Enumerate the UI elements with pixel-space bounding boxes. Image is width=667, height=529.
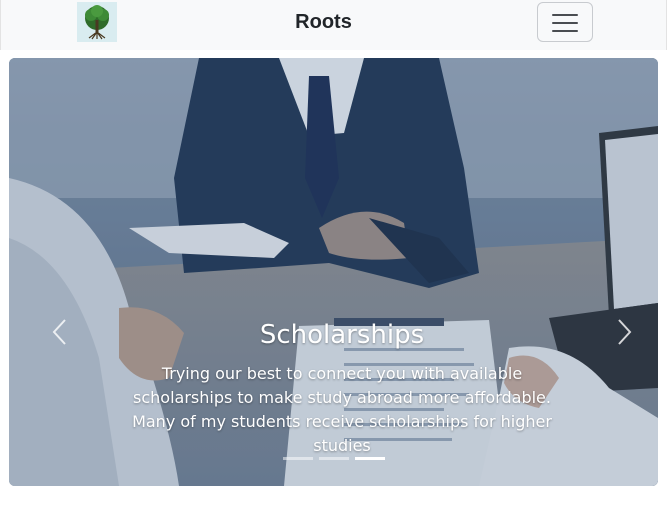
chevron-right-icon (618, 319, 632, 345)
carousel-indicator-2[interactable] (319, 457, 349, 460)
navbar: Roots (0, 0, 667, 50)
chevron-left-icon (52, 319, 66, 345)
hamburger-menu-icon (552, 14, 578, 16)
navbar-toggler-button[interactable] (537, 2, 593, 42)
caption-text: Trying our best to connect you with avai… (132, 364, 552, 455)
carousel-prev-button[interactable] (45, 312, 75, 352)
carousel-indicator-3[interactable] (355, 457, 385, 460)
carousel: Scholarships Trying our best to connect … (9, 58, 658, 486)
carousel-next-button[interactable] (609, 312, 639, 352)
hamburger-line (552, 30, 578, 32)
carousel-caption: Scholarships Trying our best to connect … (114, 320, 570, 458)
hamburger-line (552, 22, 578, 24)
carousel-indicator-1[interactable] (283, 457, 313, 460)
caption-title: Scholarships (259, 320, 425, 350)
